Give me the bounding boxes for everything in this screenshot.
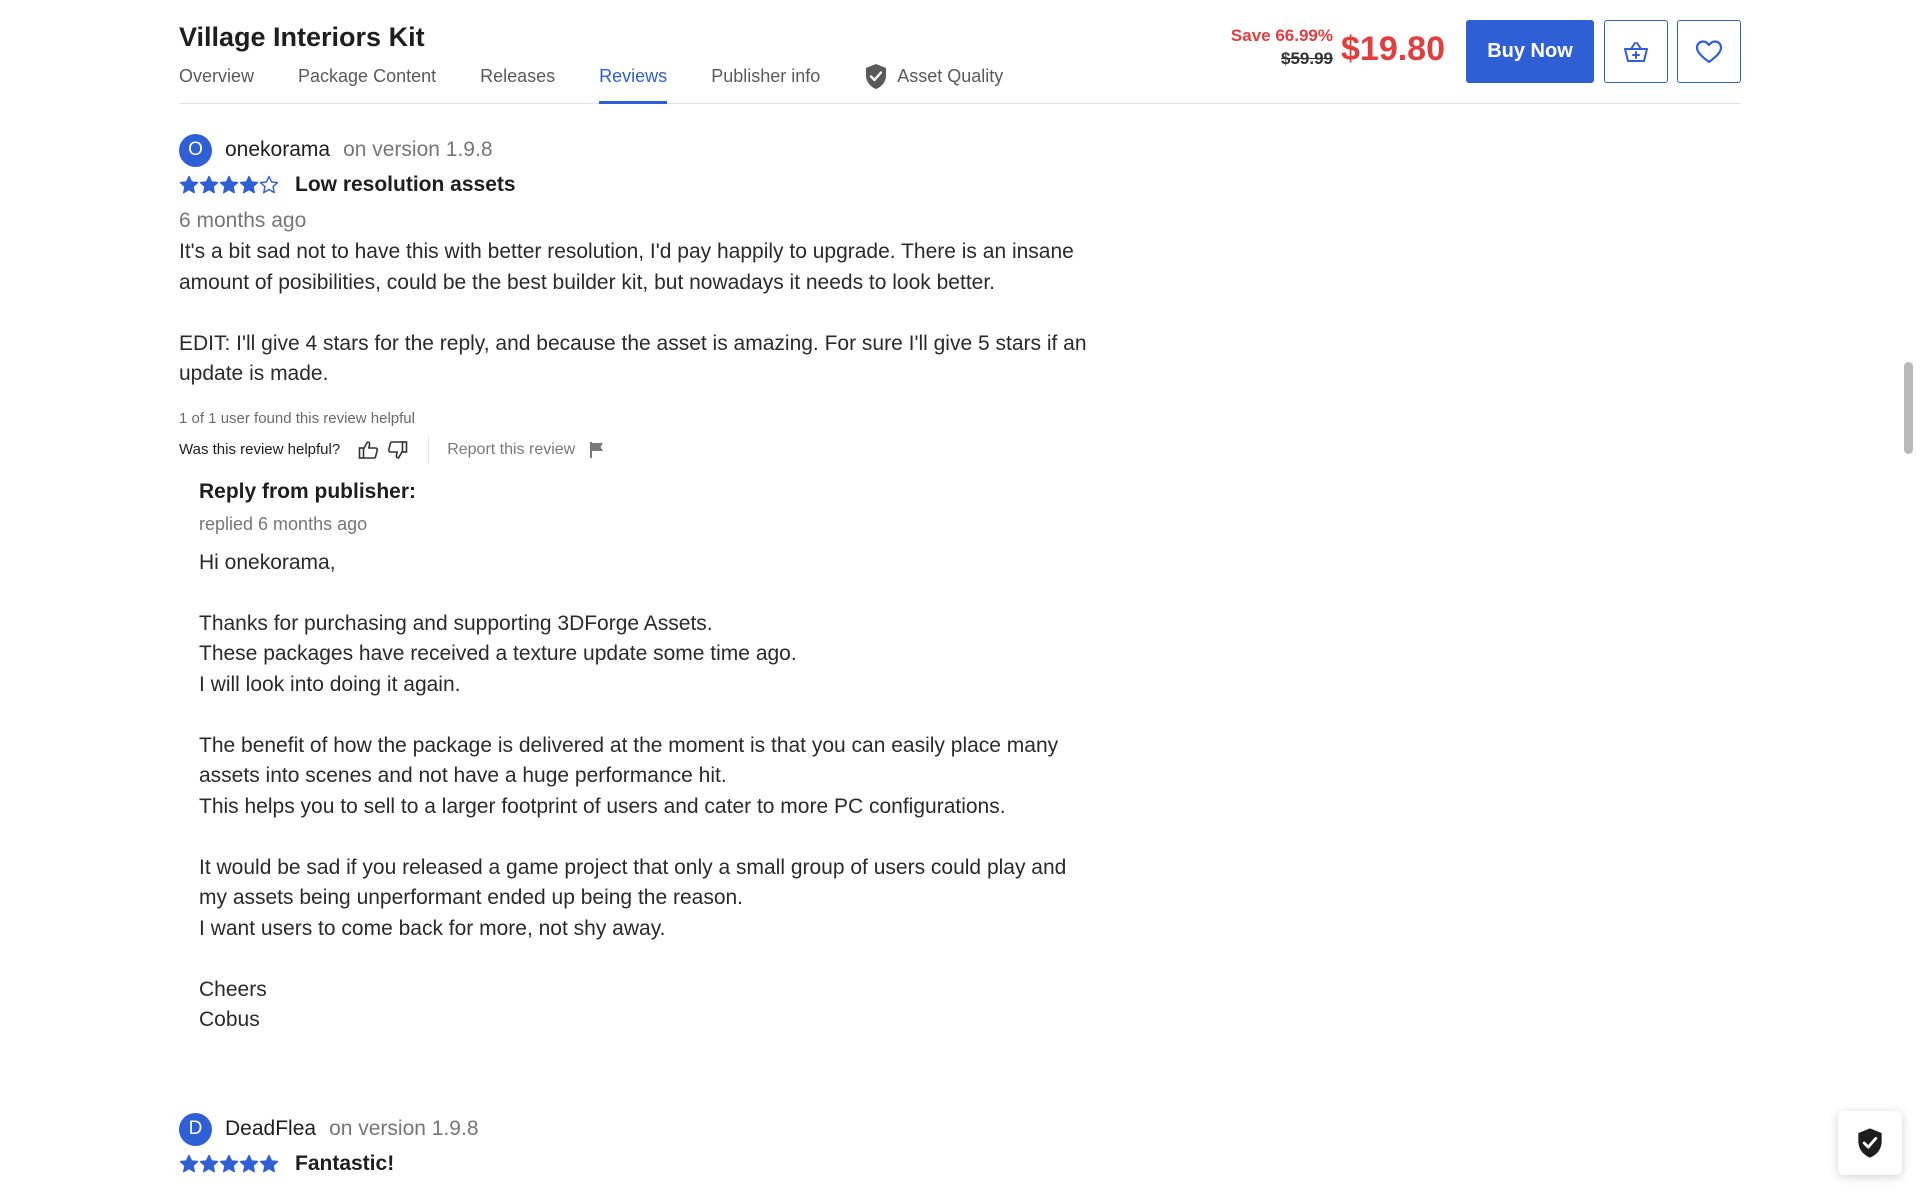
review-body: It's a bit sad not to have this with bet…	[179, 240, 1087, 385]
flag-icon[interactable]	[589, 441, 605, 459]
security-badge[interactable]	[1838, 1111, 1902, 1175]
tab-releases[interactable]: Releases	[480, 62, 555, 104]
review-author: D DeadFlea on version 1.9.8	[179, 1112, 479, 1146]
reply-body: Hi onekorama, Thanks for purchasing and …	[199, 550, 1067, 1032]
review-rating-line: Fantastic!	[179, 1149, 479, 1179]
star-filled-icon	[219, 175, 239, 194]
tab-package-content[interactable]: Package Content	[298, 62, 436, 104]
discount-info: Save 66.99% $59.99	[1231, 26, 1333, 69]
add-to-cart-button[interactable]	[1604, 20, 1668, 83]
publisher-reply: Reply from publisher: replied 6 months a…	[199, 480, 1139, 1036]
thumbs-down-button[interactable]	[387, 440, 408, 460]
review-author: O onekorama on version 1.9.8	[179, 133, 1139, 167]
asset-store-page: Village Interiors Kit Overview Package C…	[0, 0, 1920, 1200]
reply-date: replied 6 months ago	[199, 513, 368, 534]
star-empty-icon	[259, 175, 279, 194]
shield-check-icon	[866, 64, 887, 89]
helpful-count: 1 of 1 user found this review helpful	[179, 409, 415, 427]
tab-publisher-info[interactable]: Publisher info	[711, 62, 820, 104]
star-filled-icon	[219, 1154, 239, 1173]
current-price: $19.80	[1341, 30, 1445, 68]
review-item: O onekorama on version 1.9.8 Low resolut…	[179, 133, 1139, 1036]
star-filled-icon	[179, 175, 199, 194]
star-filled-icon	[199, 1154, 219, 1173]
save-percentage: Save 66.99%	[1230, 26, 1333, 45]
avatar: D	[179, 1112, 212, 1146]
star-rating	[179, 175, 279, 195]
star-filled-icon	[199, 175, 219, 194]
review-username[interactable]: onekorama	[225, 138, 330, 162]
helpful-row: Was this review helpful? Report this rev…	[179, 435, 1139, 464]
add-to-cart-icon	[1624, 41, 1648, 62]
star-filled-icon	[239, 175, 259, 194]
divider	[428, 435, 430, 464]
tab-overview[interactable]: Overview	[179, 62, 254, 104]
wishlist-button[interactable]	[1677, 20, 1741, 83]
review-title: Low resolution assets	[295, 173, 516, 196]
review-version: on version 1.9.8	[343, 138, 493, 161]
star-filled-icon	[259, 1154, 279, 1173]
review-username[interactable]: DeadFlea	[225, 1117, 316, 1141]
product-tabs: Overview Package Content Releases Review…	[179, 62, 1047, 104]
review-item: D DeadFlea on version 1.9.8 Fantastic!	[179, 1112, 479, 1179]
original-price: $59.99	[1281, 49, 1333, 68]
product-header: Village Interiors Kit Overview Package C…	[179, 0, 1741, 104]
avatar: O	[179, 133, 212, 167]
review-rating-line: Low resolution assets	[179, 170, 1139, 200]
thumbs-down-icon	[388, 440, 408, 459]
tab-reviews[interactable]: Reviews	[599, 62, 668, 104]
thumbs-up-icon	[358, 440, 379, 459]
product-title: Village Interiors Kit	[179, 22, 425, 52]
review-date: 6 months ago	[179, 209, 307, 232]
buy-now-button[interactable]: Buy Now	[1466, 20, 1594, 83]
tab-asset-quality[interactable]: Asset Quality	[864, 62, 1003, 104]
report-review-link[interactable]: Report this review	[447, 441, 575, 459]
review-version: on version 1.9.8	[329, 1117, 479, 1140]
heart-icon	[1695, 39, 1723, 63]
star-filled-icon	[179, 1154, 199, 1173]
reviews-list: O onekorama on version 1.9.8 Low resolut…	[179, 104, 1139, 1036]
review-title: Fantastic!	[295, 1152, 395, 1175]
star-rating	[179, 1154, 279, 1174]
star-filled-icon	[239, 1154, 259, 1173]
page-scrollbar[interactable]	[1904, 362, 1913, 454]
shield-check-icon	[1858, 1128, 1882, 1158]
tab-asset-quality-label: Asset Quality	[897, 66, 1004, 86]
reply-title: Reply from publisher:	[199, 479, 417, 503]
helpful-question: Was this review helpful?	[179, 441, 341, 458]
thumbs-up-button[interactable]	[358, 440, 379, 460]
